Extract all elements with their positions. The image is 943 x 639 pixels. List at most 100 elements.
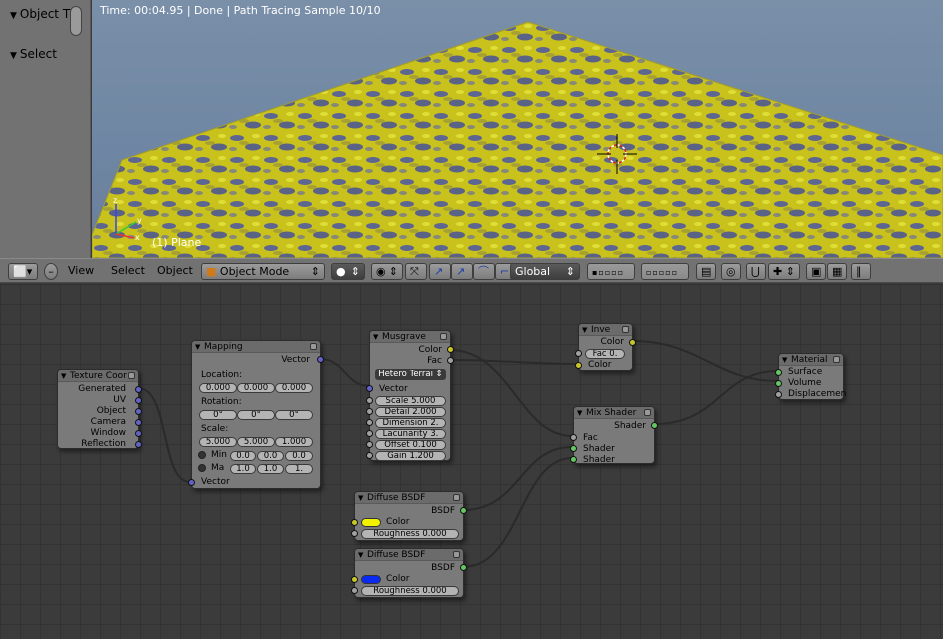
socket-bsdf-out[interactable] xyxy=(460,564,467,571)
rotation-z-field[interactable]: 0° xyxy=(275,410,313,420)
location-y-field[interactable]: 0.000 xyxy=(237,383,275,393)
detail-field[interactable]: Detail 2.000 xyxy=(375,407,446,417)
layer-buttons-2[interactable]: ▫▫▫▫▫ xyxy=(641,263,689,280)
snap-element-select[interactable]: ✚ ⇕ xyxy=(768,263,800,280)
socket-bsdf-out[interactable] xyxy=(460,507,467,514)
musgrave-texture-node[interactable]: Musgrave Color Fac Hetero Terrai ⇕ Vecto… xyxy=(366,330,454,461)
socket-shader-1[interactable] xyxy=(570,445,577,452)
socket-roughness[interactable] xyxy=(351,530,358,537)
min-z-field[interactable]: 0.0 xyxy=(285,451,313,461)
manipulator-toggle[interactable]: ⤧ xyxy=(405,263,427,280)
node-preview-icon[interactable] xyxy=(128,372,135,379)
rotate-manipulator[interactable]: ⌒ xyxy=(473,263,495,280)
shelf-scrollbar[interactable] xyxy=(70,6,82,36)
node-header[interactable]: Diffuse BSDF xyxy=(355,492,463,504)
scale-z-field[interactable]: 1.000 xyxy=(275,437,313,447)
arrow-manipulator[interactable]: ↗ xyxy=(451,263,473,280)
transform-orientation-select[interactable]: Global ⇕ xyxy=(510,263,580,280)
scale-field[interactable]: Scale 5.000 xyxy=(375,396,446,406)
socket-fac-in[interactable] xyxy=(575,350,582,357)
node-header[interactable]: Texture Coor xyxy=(58,370,138,382)
mapping-node[interactable]: Mapping Vector Location: 0.000 0.000 0.0… xyxy=(188,340,324,489)
invert-node[interactable]: Inve Color Fac 0. Color xyxy=(575,323,636,371)
color-swatch[interactable] xyxy=(361,518,381,527)
socket-reflection[interactable] xyxy=(135,441,142,448)
socket-color-out[interactable] xyxy=(447,346,454,353)
socket-fac-out[interactable] xyxy=(447,357,454,364)
socket-vector-in[interactable] xyxy=(366,385,373,392)
translate-manipulator[interactable]: ↗ xyxy=(429,263,451,280)
use-min-checkbox[interactable] xyxy=(198,451,206,459)
roughness-field[interactable]: Roughness 0.000 xyxy=(361,586,459,596)
max-y-field[interactable]: 1.0 xyxy=(257,464,284,474)
3d-viewport[interactable]: Time: 00:04.95 | Done | Path Tracing Sam… xyxy=(92,0,943,258)
layer-buttons-1[interactable]: ▪▫▫▫▫ xyxy=(587,263,635,280)
menu-select[interactable]: Select xyxy=(111,264,145,277)
color-swatch[interactable] xyxy=(361,575,381,584)
socket-displacement[interactable] xyxy=(775,391,782,398)
editor-type-button[interactable]: ⬜▾ xyxy=(8,263,38,280)
node-header[interactable]: Mix Shader xyxy=(574,407,654,419)
scale-y-field[interactable]: 5.000 xyxy=(237,437,275,447)
socket-camera[interactable] xyxy=(135,419,142,426)
socket-roughness[interactable] xyxy=(351,587,358,594)
lock-camera-button[interactable]: ▤ xyxy=(696,263,716,280)
node-header[interactable]: Material xyxy=(779,354,843,366)
node-preview-icon[interactable] xyxy=(310,343,317,350)
socket-color-out[interactable] xyxy=(629,339,636,346)
rotation-y-field[interactable]: 0° xyxy=(237,410,275,420)
node-editor[interactable]: Texture Coor Generated UV Object Camera … xyxy=(0,284,943,639)
pause-button[interactable]: ∥ xyxy=(851,263,871,280)
select-panel-header[interactable]: ▼ Select xyxy=(0,44,88,64)
socket-vector-in[interactable] xyxy=(188,479,195,486)
node-preview-icon[interactable] xyxy=(440,333,447,340)
render-animation-button[interactable]: ▦ xyxy=(827,263,847,280)
socket-fac-in[interactable] xyxy=(570,434,577,441)
min-y-field[interactable]: 0.0 xyxy=(257,451,284,461)
snap-toggle[interactable]: ⋃ xyxy=(746,263,766,280)
socket-uv[interactable] xyxy=(135,397,142,404)
socket-object[interactable] xyxy=(135,408,142,415)
location-z-field[interactable]: 0.000 xyxy=(275,383,313,393)
max-z-field[interactable]: 1. xyxy=(285,464,313,474)
socket-color-in[interactable] xyxy=(351,519,358,526)
socket-generated[interactable] xyxy=(135,386,142,393)
socket-offset[interactable] xyxy=(366,441,373,448)
socket-shader-out[interactable] xyxy=(651,422,658,429)
socket-gain[interactable] xyxy=(366,452,373,459)
node-preview-icon[interactable] xyxy=(622,326,629,333)
gain-field[interactable]: Gain 1.200 xyxy=(375,451,446,461)
collapse-menus-button[interactable]: – xyxy=(44,263,58,280)
socket-vector-out[interactable] xyxy=(317,356,324,363)
node-header[interactable]: Mapping xyxy=(192,341,320,353)
rotation-x-field[interactable]: 0° xyxy=(199,410,237,420)
socket-shader-2[interactable] xyxy=(570,456,577,463)
viewport-shading-select[interactable]: ● ⇕ xyxy=(331,263,365,280)
mix-shader-node[interactable]: Mix Shader Shader Fac Shader Shader xyxy=(570,406,658,465)
dimension-field[interactable]: Dimension 2. xyxy=(375,418,446,428)
location-x-field[interactable]: 0.000 xyxy=(199,383,237,393)
socket-color-in[interactable] xyxy=(575,362,582,369)
lacunarity-field[interactable]: Lacunarity 3. xyxy=(375,429,446,439)
node-header[interactable]: Diffuse BSDF xyxy=(355,549,463,561)
roughness-field[interactable]: Roughness 0.000 xyxy=(361,529,459,539)
use-max-checkbox[interactable] xyxy=(198,464,206,472)
musgrave-type-select[interactable]: Hetero Terrai ⇕ xyxy=(375,369,446,380)
offset-field[interactable]: Offset 0.100 xyxy=(375,440,446,450)
diffuse-bsdf-node-yellow[interactable]: Diffuse BSDF BSDF Color Roughness 0.000 xyxy=(351,491,467,541)
socket-surface[interactable] xyxy=(775,369,782,376)
pivot-point-select[interactable]: ◉ ⇕ xyxy=(371,263,403,280)
menu-view[interactable]: View xyxy=(68,264,94,277)
diffuse-bsdf-node-blue[interactable]: Diffuse BSDF BSDF Color Roughness 0.000 xyxy=(351,548,467,598)
node-preview-icon[interactable] xyxy=(453,551,460,558)
socket-lacunarity[interactable] xyxy=(366,430,373,437)
proportional-edit-button[interactable]: ◎ xyxy=(721,263,741,280)
socket-scale[interactable] xyxy=(366,397,373,404)
node-header[interactable]: Inve xyxy=(579,324,632,336)
mode-select[interactable]: ■ Object Mode ⇕ xyxy=(201,263,325,280)
socket-dimension[interactable] xyxy=(366,419,373,426)
menu-object[interactable]: Object xyxy=(157,264,193,277)
max-x-field[interactable]: 1.0 xyxy=(230,464,256,474)
node-preview-icon[interactable] xyxy=(453,494,460,501)
fac-field[interactable]: Fac 0. xyxy=(585,349,625,359)
